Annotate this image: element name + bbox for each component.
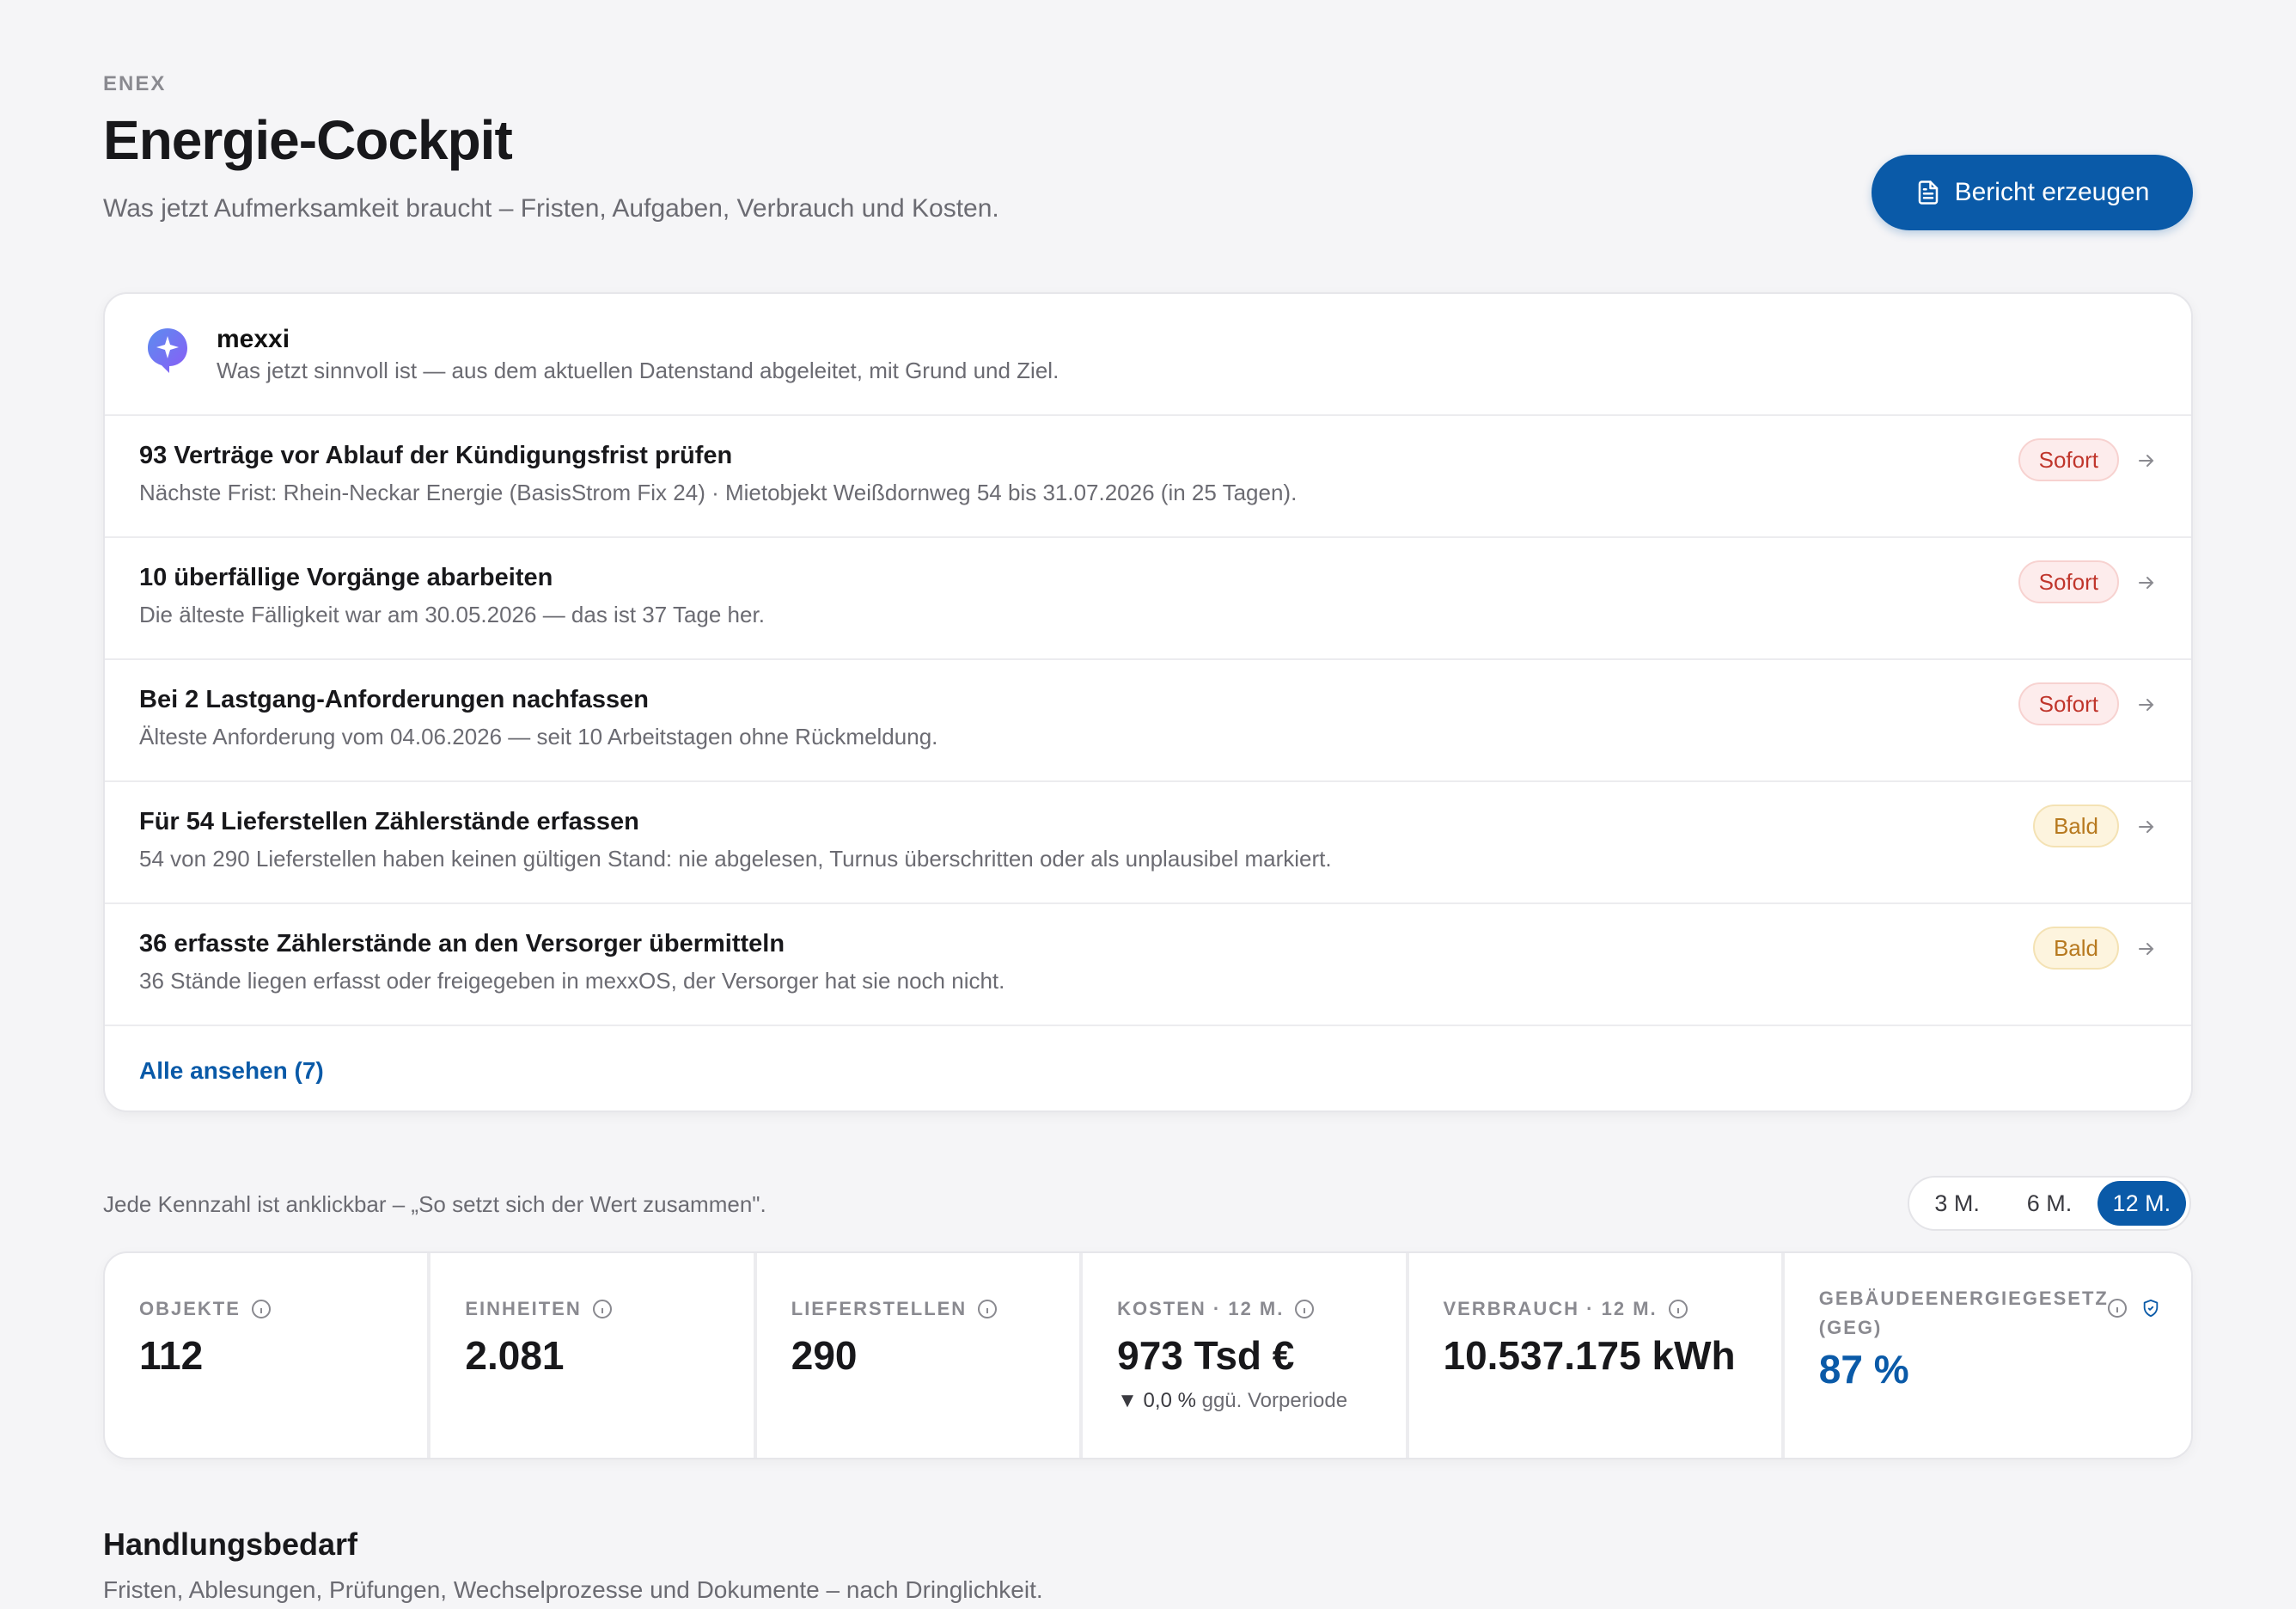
kpi-delta-text: ggü. Vorperiode [1201,1389,1348,1412]
kpi-verbrauch[interactable]: VERBRAUCH · 12 M. 10.537.175 kWh [1409,1253,1785,1458]
view-all-link[interactable]: Alle ansehen (7) [139,1057,324,1085]
task-row[interactable]: 36 erfasste Zählerstände an den Versorge… [105,904,2191,1026]
kpi-einheiten[interactable]: EINHEITEN 2.081 [430,1253,757,1458]
period-option-6m[interactable]: 6 M. [2005,1181,2093,1226]
kpi-kosten[interactable]: KOSTEN · 12 M. 973 Tsd € ▼ 0,0 % ggü. Vo… [1083,1253,1409,1458]
kpi-value: 87 % [1818,1347,1909,1392]
kpi-delta-value: ▼ 0,0 % [1117,1389,1196,1412]
info-icon[interactable] [2107,1298,2128,1318]
period-option-12m[interactable]: 12 M. [2097,1181,2186,1226]
kpi-value: 973 Tsd € [1117,1333,1295,1378]
energie-cockpit-page: ENEX Energie-Cockpit Was jetzt Aufmerksa… [0,0,2296,1609]
kpi-strip: OBJEKTE 112 EINHEITEN 2.081 LIEFERSTELLE… [103,1251,2193,1459]
task-title: Bei 2 Lastgang-Anforderungen nachfassen [139,686,649,713]
task-subtitle: 54 von 290 Lieferstellen haben keinen gü… [139,846,1332,872]
report-button-label: Bericht erzeugen [1954,178,2150,206]
kpi-lieferstellen[interactable]: LIEFERSTELLEN 290 [757,1253,1084,1458]
section-subtitle: Fristen, Ablesungen, Prüfungen, Wechselp… [103,1576,1043,1603]
task-subtitle: Die älteste Fälligkeit war am 30.05.2026… [139,602,765,627]
task-title: 10 überfällige Vorgänge abarbeiten [139,564,553,591]
task-row[interactable]: Für 54 Lieferstellen Zählerstände erfass… [105,782,2191,904]
kpi-label: VERBRAUCH · 12 M. [1443,1298,1658,1319]
kpi-delta: ▼ 0,0 % ggü. Vorperiode [1117,1389,1347,1413]
kpi-hint: Jede Kennzahl ist anklickbar – „So setzt… [103,1191,766,1217]
kpi-label: OBJEKTE [139,1298,241,1319]
task-row[interactable]: 10 überfällige Vorgänge abarbeiten Die ä… [105,538,2191,660]
task-title: 36 erfasste Zählerstände an den Versorge… [139,930,785,957]
report-button[interactable]: Bericht erzeugen [1872,155,2193,230]
priority-badge: Sofort [2018,560,2119,603]
period-selector: 3 M. 6 M. 12 M. [1908,1176,2191,1231]
kpi-label: EINHEITEN [465,1298,582,1319]
arrow-right-icon[interactable] [2136,817,2157,837]
assistant-card: mexxi Was jetzt sinnvoll ist — aus dem a… [103,292,2193,1112]
arrow-right-icon[interactable] [2136,450,2157,471]
shield-icon [2143,1299,2159,1318]
kpi-value: 112 [139,1333,204,1378]
sparkle-icon [148,328,187,373]
info-icon[interactable] [592,1299,613,1319]
page-title: Energie-Cockpit [103,109,513,171]
priority-badge: Sofort [2018,682,2119,725]
kpi-geg[interactable]: GEBÄUDEENERGIEGESETZ (GEG) 87 % [1785,1253,2191,1458]
task-subtitle: Nächste Frist: Rhein-Neckar Energie (Bas… [139,480,1298,505]
assistant-header: mexxi Was jetzt sinnvoll ist — aus dem a… [105,294,2191,416]
period-option-3m[interactable]: 3 M. [1913,1181,2001,1226]
task-title: 93 Verträge vor Ablauf der Kündigungsfri… [139,442,733,469]
kpi-value: 10.537.175 kWh [1443,1333,1736,1378]
page-subtitle: Was jetzt Aufmerksamkeit braucht – Frist… [103,194,999,223]
arrow-right-icon[interactable] [2136,694,2157,715]
task-row[interactable]: Bei 2 Lastgang-Anforderungen nachfassen … [105,660,2191,782]
priority-badge: Sofort [2018,438,2119,481]
section-title: Handlungsbedarf [103,1526,358,1562]
task-row[interactable]: 93 Verträge vor Ablauf der Kündigungsfri… [105,416,2191,538]
kpi-value: 2.081 [465,1333,565,1378]
document-icon [1918,180,1938,205]
info-icon[interactable] [1668,1299,1688,1319]
arrow-right-icon[interactable] [2136,572,2157,593]
task-title: Für 54 Lieferstellen Zählerstände erfass… [139,808,639,835]
task-subtitle: 36 Stände liegen erfasst oder freigegebe… [139,968,1005,994]
priority-badge: Bald [2032,804,2119,847]
kpi-objekte[interactable]: OBJEKTE 112 [105,1253,431,1458]
info-icon[interactable] [1294,1299,1315,1319]
task-subtitle: Älteste Anforderung vom 04.06.2026 — sei… [139,724,938,749]
kpi-label: GEBÄUDEENERGIEGESETZ (GEG) [1818,1288,2109,1338]
kpi-value: 290 [791,1333,858,1378]
assistant-name: mexxi [217,325,290,353]
kpi-label: LIEFERSTELLEN [791,1298,968,1319]
info-icon[interactable] [251,1299,272,1319]
priority-badge: Bald [2032,927,2119,970]
info-icon[interactable] [977,1299,998,1319]
arrow-right-icon[interactable] [2136,939,2157,959]
kpi-label: KOSTEN · 12 M. [1117,1298,1285,1319]
eyebrow: ENEX [103,72,167,95]
assistant-description: Was jetzt sinnvoll ist — aus dem aktuell… [217,358,1059,383]
